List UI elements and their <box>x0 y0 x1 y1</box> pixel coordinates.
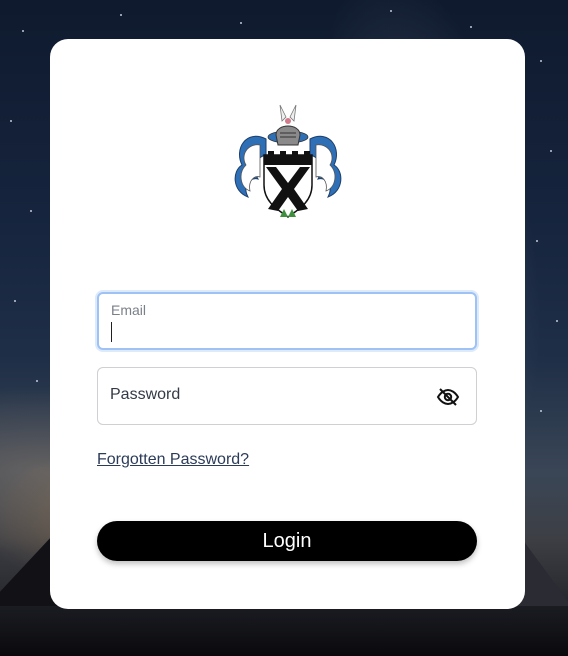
star <box>10 120 12 122</box>
star <box>470 26 472 28</box>
password-placeholder: Password <box>110 386 181 403</box>
email-field[interactable]: Email <box>97 292 477 350</box>
star <box>36 380 38 382</box>
ground-silhouette <box>0 606 568 656</box>
login-card: Email Password Forgotten Password? Login <box>50 39 525 609</box>
star <box>556 320 558 322</box>
star <box>120 14 122 16</box>
eye-slash-icon[interactable] <box>436 385 460 409</box>
password-field[interactable]: Password <box>97 367 477 425</box>
star <box>550 150 552 152</box>
forgot-password-link[interactable]: Forgotten Password? <box>97 451 249 469</box>
star <box>22 30 24 32</box>
star <box>240 22 242 24</box>
star <box>14 300 16 302</box>
star <box>540 60 542 62</box>
star <box>390 10 392 12</box>
coat-of-arms-logo <box>234 104 342 218</box>
login-button[interactable]: Login <box>97 521 477 561</box>
email-label: Email <box>111 302 147 318</box>
text-cursor <box>111 322 112 342</box>
star <box>30 210 32 212</box>
star <box>540 410 542 412</box>
star <box>536 240 538 242</box>
